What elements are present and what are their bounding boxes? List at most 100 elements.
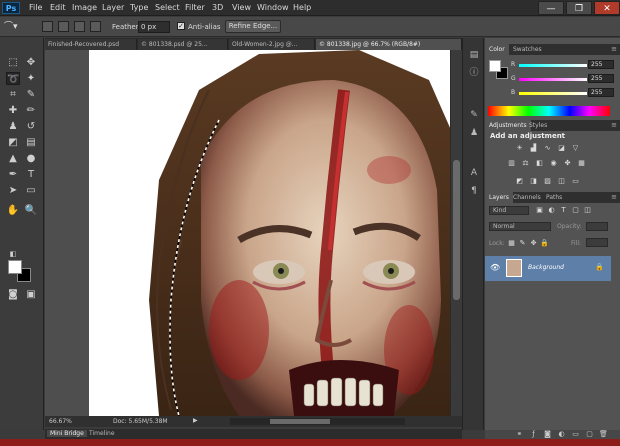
- b-slider[interactable]: [519, 92, 587, 95]
- crop-tool-icon[interactable]: ⌗: [6, 88, 20, 101]
- delete-layer-icon[interactable]: 🗑: [599, 430, 608, 439]
- photo-filter-icon[interactable]: ◉: [549, 159, 558, 168]
- layer-name[interactable]: Background: [528, 264, 564, 271]
- adjustments-panel-menu-icon[interactable]: ≡: [611, 120, 617, 131]
- gradient-tool-icon[interactable]: ▤: [24, 136, 38, 149]
- feather-input[interactable]: 0 px: [138, 21, 170, 33]
- eyedropper-icon[interactable]: ✎: [24, 88, 38, 101]
- new-adjustment-layer-icon[interactable]: ◐: [557, 430, 566, 439]
- minimize-button[interactable]: —: [538, 1, 564, 15]
- filter-pixel-icon[interactable]: ▣: [535, 206, 544, 215]
- menu-window[interactable]: Window: [257, 0, 289, 16]
- doc-tab-2[interactable]: © 801338.psd @ 25...: [138, 39, 228, 50]
- paragraph-icon[interactable]: ¶: [468, 186, 480, 197]
- antialias-checkbox[interactable]: ✓: [177, 22, 185, 30]
- opacity-input[interactable]: [586, 222, 608, 231]
- pen-tool-icon[interactable]: ✒: [6, 168, 20, 181]
- move-tool-icon[interactable]: ✥: [24, 56, 38, 69]
- lasso-tool-icon[interactable]: ➰: [6, 72, 20, 85]
- tab-timeline[interactable]: Timeline: [89, 430, 115, 437]
- brush-presets-icon[interactable]: ✎: [468, 110, 480, 121]
- eraser-tool-icon[interactable]: ◩: [6, 136, 20, 149]
- blend-mode-select[interactable]: Normal: [489, 222, 551, 231]
- lasso-preset-icon[interactable]: ⌒▾: [4, 21, 18, 33]
- clone-source-icon[interactable]: ♟: [468, 128, 480, 139]
- g-value-input[interactable]: 255: [588, 74, 614, 83]
- color-lookup-icon[interactable]: ▦: [577, 159, 586, 168]
- brightness-icon[interactable]: ☀: [515, 144, 524, 153]
- hue-saturation-icon[interactable]: ▥: [507, 159, 516, 168]
- horizontal-scroll-thumb[interactable]: [270, 419, 330, 424]
- menu-edit[interactable]: Edit: [50, 0, 66, 16]
- info-icon[interactable]: ⓘ: [468, 68, 480, 79]
- new-layer-icon[interactable]: ▢: [585, 430, 594, 439]
- add-selection-icon[interactable]: [58, 21, 69, 32]
- vertical-scrollbar[interactable]: [450, 50, 461, 416]
- new-group-icon[interactable]: ▭: [571, 430, 580, 439]
- new-selection-icon[interactable]: [42, 21, 53, 32]
- channel-mixer-icon[interactable]: ✤: [563, 159, 572, 168]
- tab-color[interactable]: Color: [485, 44, 509, 55]
- invert-icon[interactable]: ◩: [515, 177, 524, 186]
- g-slider[interactable]: [519, 78, 587, 81]
- tab-swatches[interactable]: Swatches: [509, 44, 546, 55]
- menu-type[interactable]: Type: [130, 0, 148, 16]
- posterize-icon[interactable]: ◨: [529, 177, 538, 186]
- tab-channels[interactable]: Channels: [509, 192, 545, 203]
- menu-filter[interactable]: Filter: [185, 0, 205, 16]
- filter-type-icon[interactable]: T: [559, 206, 568, 215]
- history-brush-icon[interactable]: ↺: [24, 120, 38, 133]
- menu-3d[interactable]: 3D: [212, 0, 223, 16]
- zoom-tool-icon[interactable]: 🔍: [24, 204, 38, 217]
- lock-all-icon[interactable]: 🔒: [540, 239, 549, 248]
- blur-tool-icon[interactable]: ▲: [6, 152, 20, 165]
- lock-position-icon[interactable]: ✥: [529, 239, 538, 248]
- document-canvas[interactable]: [89, 50, 450, 416]
- quick-mask-icon[interactable]: ◙: [6, 288, 20, 301]
- filter-shape-icon[interactable]: ▢: [571, 206, 580, 215]
- filter-smart-icon[interactable]: ◫: [583, 206, 592, 215]
- doc-tab-3[interactable]: Old-Women-2.jpg @...: [229, 39, 315, 50]
- refine-edge-button[interactable]: Refine Edge...: [225, 20, 281, 33]
- filter-adjustment-icon[interactable]: ◐: [547, 206, 556, 215]
- tab-paths[interactable]: Paths: [542, 192, 566, 203]
- menu-image[interactable]: Image: [72, 0, 97, 16]
- subtract-selection-icon[interactable]: [74, 21, 85, 32]
- zoom-level[interactable]: 66.67%: [49, 418, 72, 425]
- black-white-icon[interactable]: ◧: [535, 159, 544, 168]
- visibility-eye-icon[interactable]: 👁: [490, 263, 500, 272]
- dodge-tool-icon[interactable]: ●: [24, 152, 38, 165]
- r-value-input[interactable]: 255: [588, 60, 614, 69]
- link-layers-icon[interactable]: ⚭: [515, 430, 524, 439]
- menu-help[interactable]: Help: [293, 0, 311, 16]
- path-selection-icon[interactable]: ➤: [6, 184, 20, 197]
- threshold-icon[interactable]: ▨: [543, 177, 552, 186]
- color-balance-icon[interactable]: ⚖: [521, 159, 530, 168]
- vibrance-icon[interactable]: ▽: [571, 144, 580, 153]
- magic-wand-icon[interactable]: ✦: [24, 72, 38, 85]
- tab-styles[interactable]: Styles: [525, 120, 551, 131]
- layer-filter-select[interactable]: Kind: [489, 206, 529, 215]
- history-icon[interactable]: ▤: [468, 50, 480, 61]
- screen-mode-icon[interactable]: ▣: [24, 288, 38, 301]
- color-panel-menu-icon[interactable]: ≡: [611, 44, 617, 55]
- doc-tab-active[interactable]: © 801338.jpg @ 66.7% (RGB/8#): [316, 39, 462, 50]
- stamp-tool-icon[interactable]: ♟: [6, 120, 20, 133]
- lock-transparency-icon[interactable]: ▦: [507, 239, 516, 248]
- gradient-map-icon[interactable]: ▭: [571, 177, 580, 186]
- type-tool-icon[interactable]: T: [24, 168, 38, 181]
- selective-color-icon[interactable]: ◫: [557, 177, 566, 186]
- doc-tab-1[interactable]: Finished-Recovered.psd: [45, 39, 137, 50]
- menu-layer[interactable]: Layer: [102, 0, 124, 16]
- levels-icon[interactable]: ▟: [529, 144, 538, 153]
- intersect-selection-icon[interactable]: [90, 21, 101, 32]
- hand-tool-icon[interactable]: ✋: [6, 204, 20, 217]
- canvas-area[interactable]: [45, 50, 450, 416]
- layer-mask-icon[interactable]: ◙: [543, 430, 552, 439]
- restore-button[interactable]: ❐: [566, 1, 592, 15]
- color-fg-swatch[interactable]: [489, 60, 501, 72]
- curves-icon[interactable]: ∿: [543, 144, 552, 153]
- menu-select[interactable]: Select: [155, 0, 180, 16]
- character-icon[interactable]: A: [468, 168, 480, 179]
- lock-image-icon[interactable]: ✎: [518, 239, 527, 248]
